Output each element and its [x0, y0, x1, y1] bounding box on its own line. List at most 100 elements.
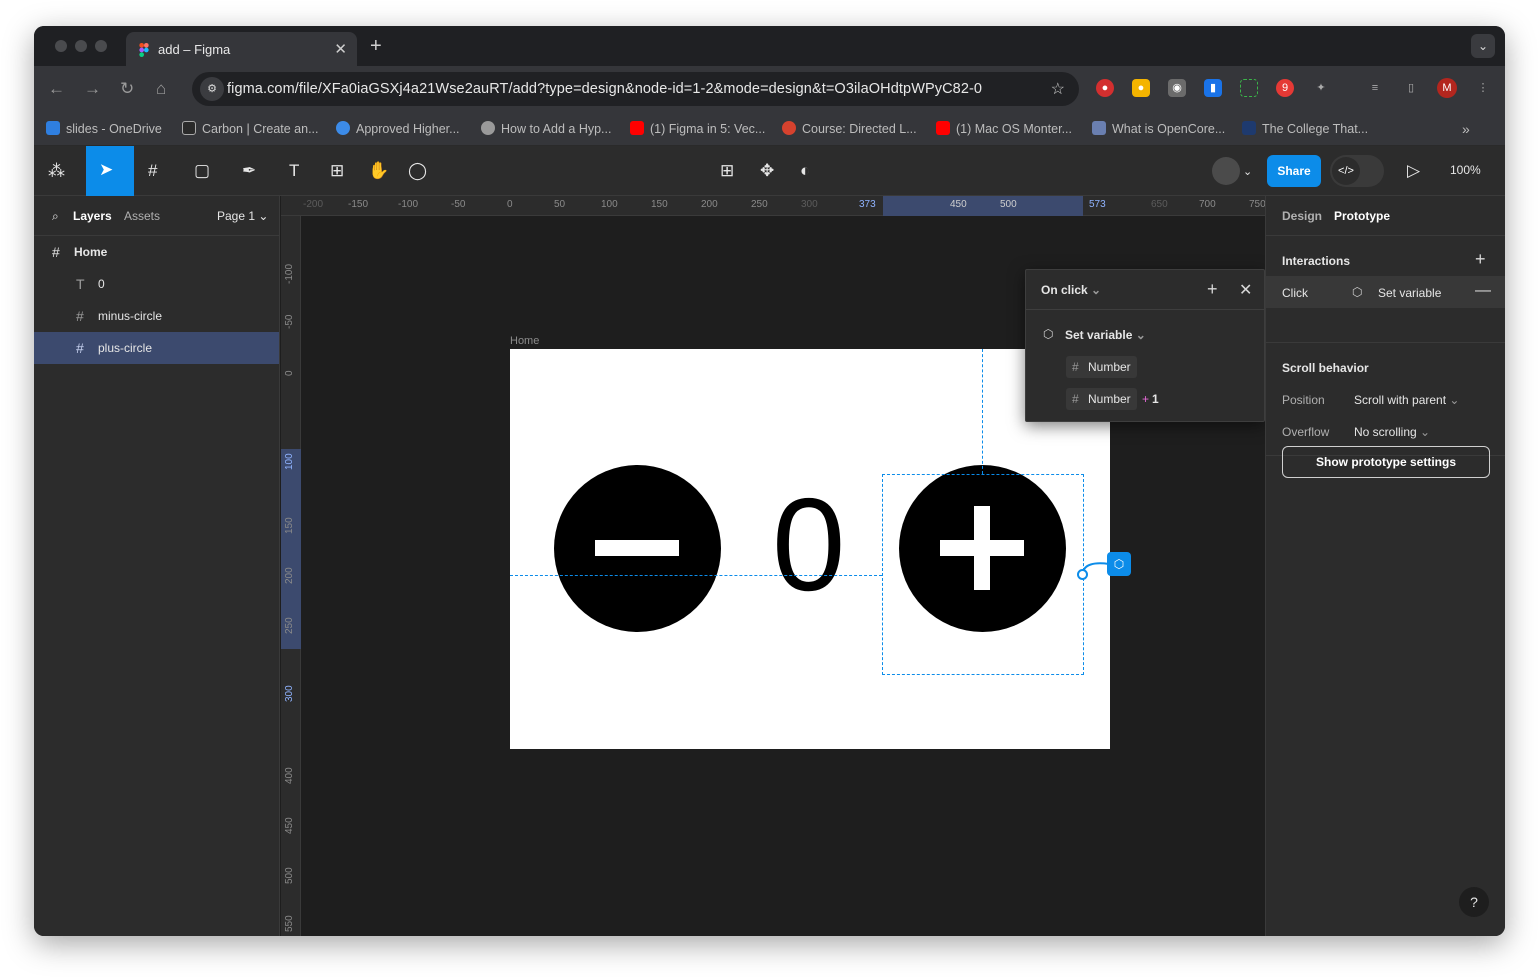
- remove-interaction-icon[interactable]: —: [1475, 282, 1491, 300]
- add-interaction-icon[interactable]: +: [1475, 249, 1486, 270]
- variable-icon[interactable]: ⬡: [1107, 552, 1131, 576]
- counter-text[interactable]: 0: [772, 479, 845, 611]
- dev-mode-toggle[interactable]: </>: [1330, 155, 1384, 187]
- bookmark-item[interactable]: slides - OneDrive: [46, 121, 162, 136]
- position-dropdown[interactable]: Scroll with parent ⌄: [1354, 393, 1459, 407]
- close-icon[interactable]: ✕: [1239, 280, 1252, 300]
- layer-plus-circle[interactable]: # plus-circle: [34, 332, 279, 364]
- add-icon[interactable]: +: [1207, 279, 1218, 300]
- zoom-window-button[interactable]: [95, 40, 107, 52]
- bookmark-label: How to Add a Hyp...: [501, 122, 612, 136]
- layer-minus-circle[interactable]: # minus-circle: [34, 300, 279, 332]
- main-menu-icon[interactable]: ⁂: [48, 161, 65, 181]
- browser-tab[interactable]: add – Figma ✕: [126, 32, 357, 66]
- help-button[interactable]: ?: [1459, 887, 1489, 917]
- comment-tool-icon[interactable]: ◯: [408, 161, 427, 181]
- layers-panel-tabs: ⌕ Layers Assets Page 1 ⌄: [34, 196, 279, 236]
- zoom-level[interactable]: 100%: [1450, 163, 1481, 177]
- extension-badge-icon[interactable]: 9: [1276, 79, 1294, 97]
- layer-text-0[interactable]: T 0: [34, 268, 279, 300]
- bookmark-item[interactable]: Carbon | Create an...: [182, 121, 319, 136]
- bookmark-item[interactable]: How to Add a Hyp...: [481, 121, 611, 136]
- search-icon[interactable]: ⌕: [52, 209, 59, 224]
- ruler-tick: 300: [801, 199, 818, 210]
- reload-icon[interactable]: ↻: [120, 79, 134, 99]
- extensions-puzzle-icon[interactable]: ✦: [1312, 79, 1330, 97]
- interaction-row[interactable]: Click ⬡ Set variable —: [1266, 276, 1505, 308]
- pen-tool-icon[interactable]: ✒: [242, 161, 256, 181]
- move-tool-button[interactable]: ➤: [86, 146, 134, 196]
- extension-bookmark-icon[interactable]: ▮: [1204, 79, 1222, 97]
- ruler-tick: 373: [859, 199, 876, 210]
- forward-arrow-icon[interactable]: →: [84, 79, 101, 99]
- layer-home[interactable]: # Home: [34, 236, 279, 268]
- contrast-icon[interactable]: ◐: [800, 161, 810, 181]
- ruler-tick: 500: [284, 867, 295, 884]
- variable-icon: ⬡: [1352, 285, 1363, 299]
- horizontal-ruler: -200 -150 -100 -50 0 50 100 150 200 250 …: [281, 196, 1266, 216]
- site-settings-icon[interactable]: ⚙: [200, 77, 224, 101]
- present-play-icon[interactable]: ▷: [1407, 161, 1420, 181]
- trigger-dropdown[interactable]: On click ⌄: [1041, 283, 1101, 297]
- ruler-selection-highlight: [883, 196, 1083, 216]
- selection-box[interactable]: [882, 474, 1084, 675]
- address-bar[interactable]: ⚙ figma.com/file/XFa0iaGSXj4a21Wse2auRT/…: [192, 72, 1079, 106]
- minus-circle-icon[interactable]: [554, 465, 721, 632]
- youtube-icon: [630, 121, 644, 135]
- tab-prototype[interactable]: Prototype: [1334, 209, 1390, 223]
- close-window-button[interactable]: [55, 40, 67, 52]
- show-prototype-settings-button[interactable]: Show prototype settings: [1282, 446, 1490, 478]
- new-tab-button[interactable]: +: [370, 35, 382, 58]
- bookmark-item[interactable]: Course: Directed L...: [782, 121, 917, 136]
- back-arrow-icon[interactable]: ←: [48, 79, 65, 99]
- rectangle-tool-icon[interactable]: ▢: [194, 161, 210, 181]
- extension-bulb-icon[interactable]: ●: [1132, 79, 1150, 97]
- target-variable-chip[interactable]: # Number: [1066, 356, 1137, 378]
- hand-tool-icon[interactable]: ✋: [368, 161, 389, 181]
- ruler-tick: 700: [1199, 199, 1216, 210]
- home-icon[interactable]: ⌂: [156, 79, 166, 99]
- bookmark-item[interactable]: What is OpenCore...: [1092, 121, 1225, 136]
- frame-label[interactable]: Home: [510, 335, 539, 347]
- bookmark-item[interactable]: Approved Higher...: [336, 121, 460, 136]
- overflow-dropdown[interactable]: No scrolling ⌄: [1354, 425, 1430, 439]
- course-icon: [782, 121, 796, 135]
- bookmark-star-icon[interactable]: ☆: [1051, 79, 1065, 99]
- expression-value[interactable]: 1: [1152, 392, 1159, 406]
- reading-list-icon[interactable]: ≡: [1366, 79, 1384, 97]
- bookmark-label: Carbon | Create an...: [202, 122, 319, 136]
- expression-operator[interactable]: +: [1142, 392, 1149, 406]
- frame-tool-icon[interactable]: #: [148, 161, 157, 181]
- browser-menu-icon[interactable]: ⋮: [1474, 79, 1492, 97]
- more-bookmarks-icon[interactable]: »: [1462, 121, 1470, 137]
- components-icon[interactable]: ✥: [760, 161, 774, 181]
- position-label: Position: [1282, 393, 1325, 407]
- tab-close-icon[interactable]: ✕: [334, 40, 347, 58]
- url-text[interactable]: figma.com/file/XFa0iaGSXj4a21Wse2auRT/ad…: [227, 81, 982, 97]
- share-button[interactable]: Share: [1267, 155, 1321, 187]
- resources-tool-icon[interactable]: ⊞: [330, 161, 344, 181]
- bookmark-item[interactable]: The College That...: [1242, 121, 1368, 136]
- extension-camera-icon[interactable]: ◉: [1168, 79, 1186, 97]
- tab-design[interactable]: Design: [1282, 209, 1322, 223]
- chevron-down-icon[interactable]: ⌄: [1243, 165, 1252, 178]
- bookmark-item[interactable]: (1) Figma in 5: Vec...: [630, 121, 765, 136]
- minimize-window-button[interactable]: [75, 40, 87, 52]
- tab-layers[interactable]: Layers: [73, 209, 112, 223]
- action-dropdown[interactable]: Set variable ⌄: [1065, 328, 1146, 342]
- extension-shield-icon[interactable]: ●: [1096, 79, 1114, 97]
- tab-assets[interactable]: Assets: [124, 209, 160, 223]
- alignment-guide: [510, 575, 882, 576]
- text-tool-icon[interactable]: T: [289, 161, 299, 181]
- tab-search-chevron-icon[interactable]: ⌄: [1471, 34, 1495, 58]
- bookmark-item[interactable]: (1) Mac OS Monter...: [936, 121, 1072, 136]
- extension-screenshot-icon[interactable]: [1240, 79, 1258, 97]
- avatar[interactable]: [1212, 157, 1240, 185]
- connection-handle[interactable]: [1077, 569, 1088, 580]
- profile-avatar[interactable]: M: [1437, 78, 1457, 98]
- expression-variable-chip[interactable]: # Number: [1066, 388, 1137, 410]
- side-panel-icon[interactable]: ▯: [1402, 79, 1420, 97]
- action-label: Set variable: [1065, 328, 1133, 342]
- page-selector[interactable]: Page 1 ⌄: [217, 209, 268, 223]
- grid-icon[interactable]: ⊞: [720, 161, 734, 181]
